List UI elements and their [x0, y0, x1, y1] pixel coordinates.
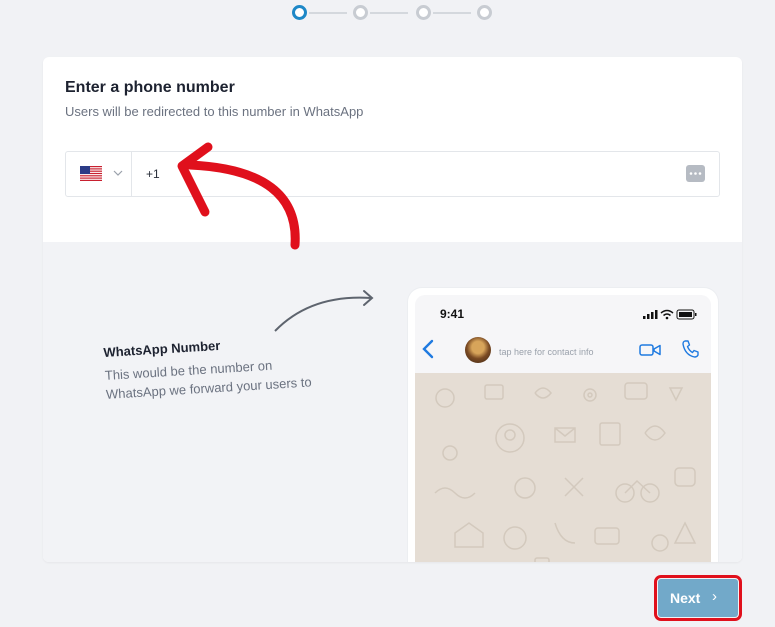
chevron-down-icon — [113, 170, 123, 176]
hint-text: WhatsApp Number This would be the number… — [103, 329, 366, 404]
page-subtitle: Users will be redirected to this number … — [65, 104, 364, 119]
autofill-dots-icon[interactable] — [686, 165, 705, 182]
chat-wallpaper — [415, 373, 711, 562]
page-title: Enter a phone number — [65, 79, 235, 96]
step-4-indicator — [477, 5, 492, 20]
wallpaper-doodles — [434, 382, 697, 562]
whatsapp-preview-panel: WhatsApp Number This would be the number… — [43, 242, 742, 562]
step-3-indicator — [416, 5, 431, 20]
phone-number-input[interactable] — [146, 164, 666, 184]
step-connector — [370, 12, 408, 14]
step-1-indicator — [292, 5, 307, 20]
step-2-indicator — [353, 5, 368, 20]
country-selector[interactable] — [66, 152, 132, 196]
chevron-right-icon: › — [712, 588, 717, 605]
contact-avatar[interactable] — [465, 337, 491, 363]
phone-number-field — [65, 151, 720, 197]
contact-info-label[interactable]: tap here for contact info — [499, 347, 594, 357]
step-connector — [309, 12, 347, 14]
progress-stepper — [290, 5, 495, 21]
next-button-label: Next — [670, 590, 701, 606]
phone-screen: 9:41 tap here for contact info — [415, 295, 711, 562]
back-chevron-icon[interactable] — [421, 338, 435, 360]
video-call-icon[interactable] — [639, 342, 661, 358]
phone-call-icon[interactable] — [681, 339, 699, 359]
phone-number-card: Enter a phone number Users will be redir… — [43, 57, 742, 562]
hint-pointer-arrow — [274, 290, 374, 332]
chat-header: tap here for contact info — [415, 333, 711, 367]
status-time: 9:41 — [440, 307, 465, 321]
us-flag-icon — [80, 166, 102, 181]
phone-mockup: 9:41 tap here for contact info — [408, 288, 718, 562]
status-bar-icons — [643, 309, 697, 320]
next-button[interactable]: Next › — [654, 575, 742, 621]
hint-description: This would be the number on WhatsApp we … — [104, 357, 313, 402]
step-connector — [433, 12, 471, 14]
